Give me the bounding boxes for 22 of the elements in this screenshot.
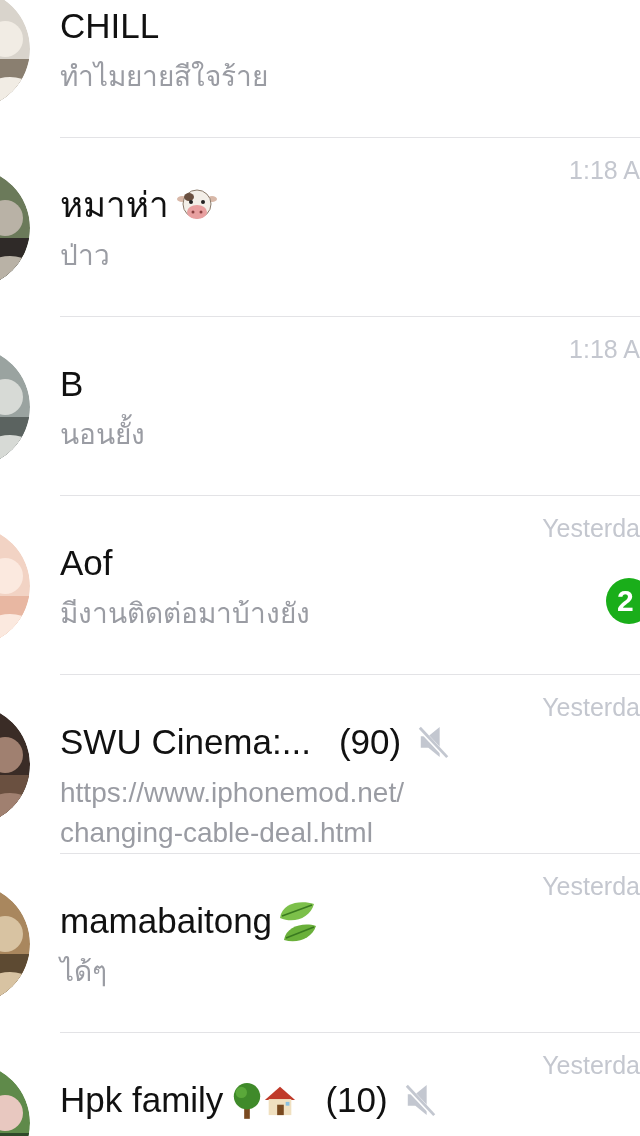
member-count: (90): [338, 720, 402, 763]
timestamp: 1:18 A: [569, 155, 640, 186]
timestamp: Yesterda: [542, 513, 640, 544]
chat-name: Aof: [60, 541, 113, 584]
unread-badge: 2: [606, 577, 640, 624]
chat-name: B: [60, 362, 84, 405]
timestamp: Yesterda: [542, 871, 640, 902]
chat-name: SWU Cinema:...: [60, 720, 311, 763]
message-preview: ป่าว: [60, 239, 111, 273]
chat-name: หมาห่า: [60, 183, 169, 226]
timestamp: 1:18 A: [569, 334, 640, 365]
message-preview: ทำไมยายสีใจร้าย: [60, 60, 269, 94]
message-preview: นอนยั้ง: [60, 415, 500, 455]
chat-name: CHILL: [60, 4, 160, 47]
timestamp: Yesterda: [542, 1050, 640, 1081]
timestamp: Yesterda: [542, 692, 640, 723]
chat-name: Hpk family: [60, 1078, 224, 1121]
message-preview: https://www.iphonemod.net/ changing-cable-deal.html: [60, 776, 405, 850]
chat-name: mamabaitong: [60, 899, 273, 942]
message-preview: ได้ๆ: [60, 955, 108, 989]
member-count: (10): [325, 1078, 388, 1121]
message-preview: มีงานติดต่อมาบ้างยัง: [60, 597, 311, 631]
